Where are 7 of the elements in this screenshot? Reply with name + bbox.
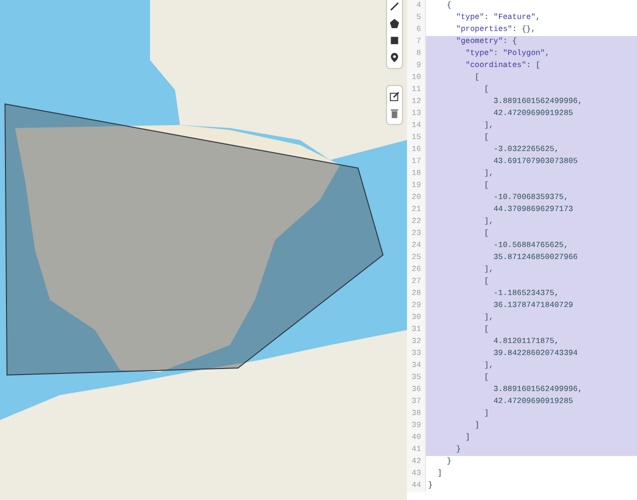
line-tool-icon[interactable] (389, 1, 400, 12)
rectangle-tool-icon[interactable] (389, 35, 400, 46)
drawn-polygon[interactable] (4, 103, 384, 376)
edit-icon[interactable] (389, 91, 400, 102)
marker-tool-icon[interactable] (389, 52, 400, 63)
polygon-tool-icon[interactable] (389, 18, 400, 29)
trash-icon[interactable] (389, 108, 400, 119)
